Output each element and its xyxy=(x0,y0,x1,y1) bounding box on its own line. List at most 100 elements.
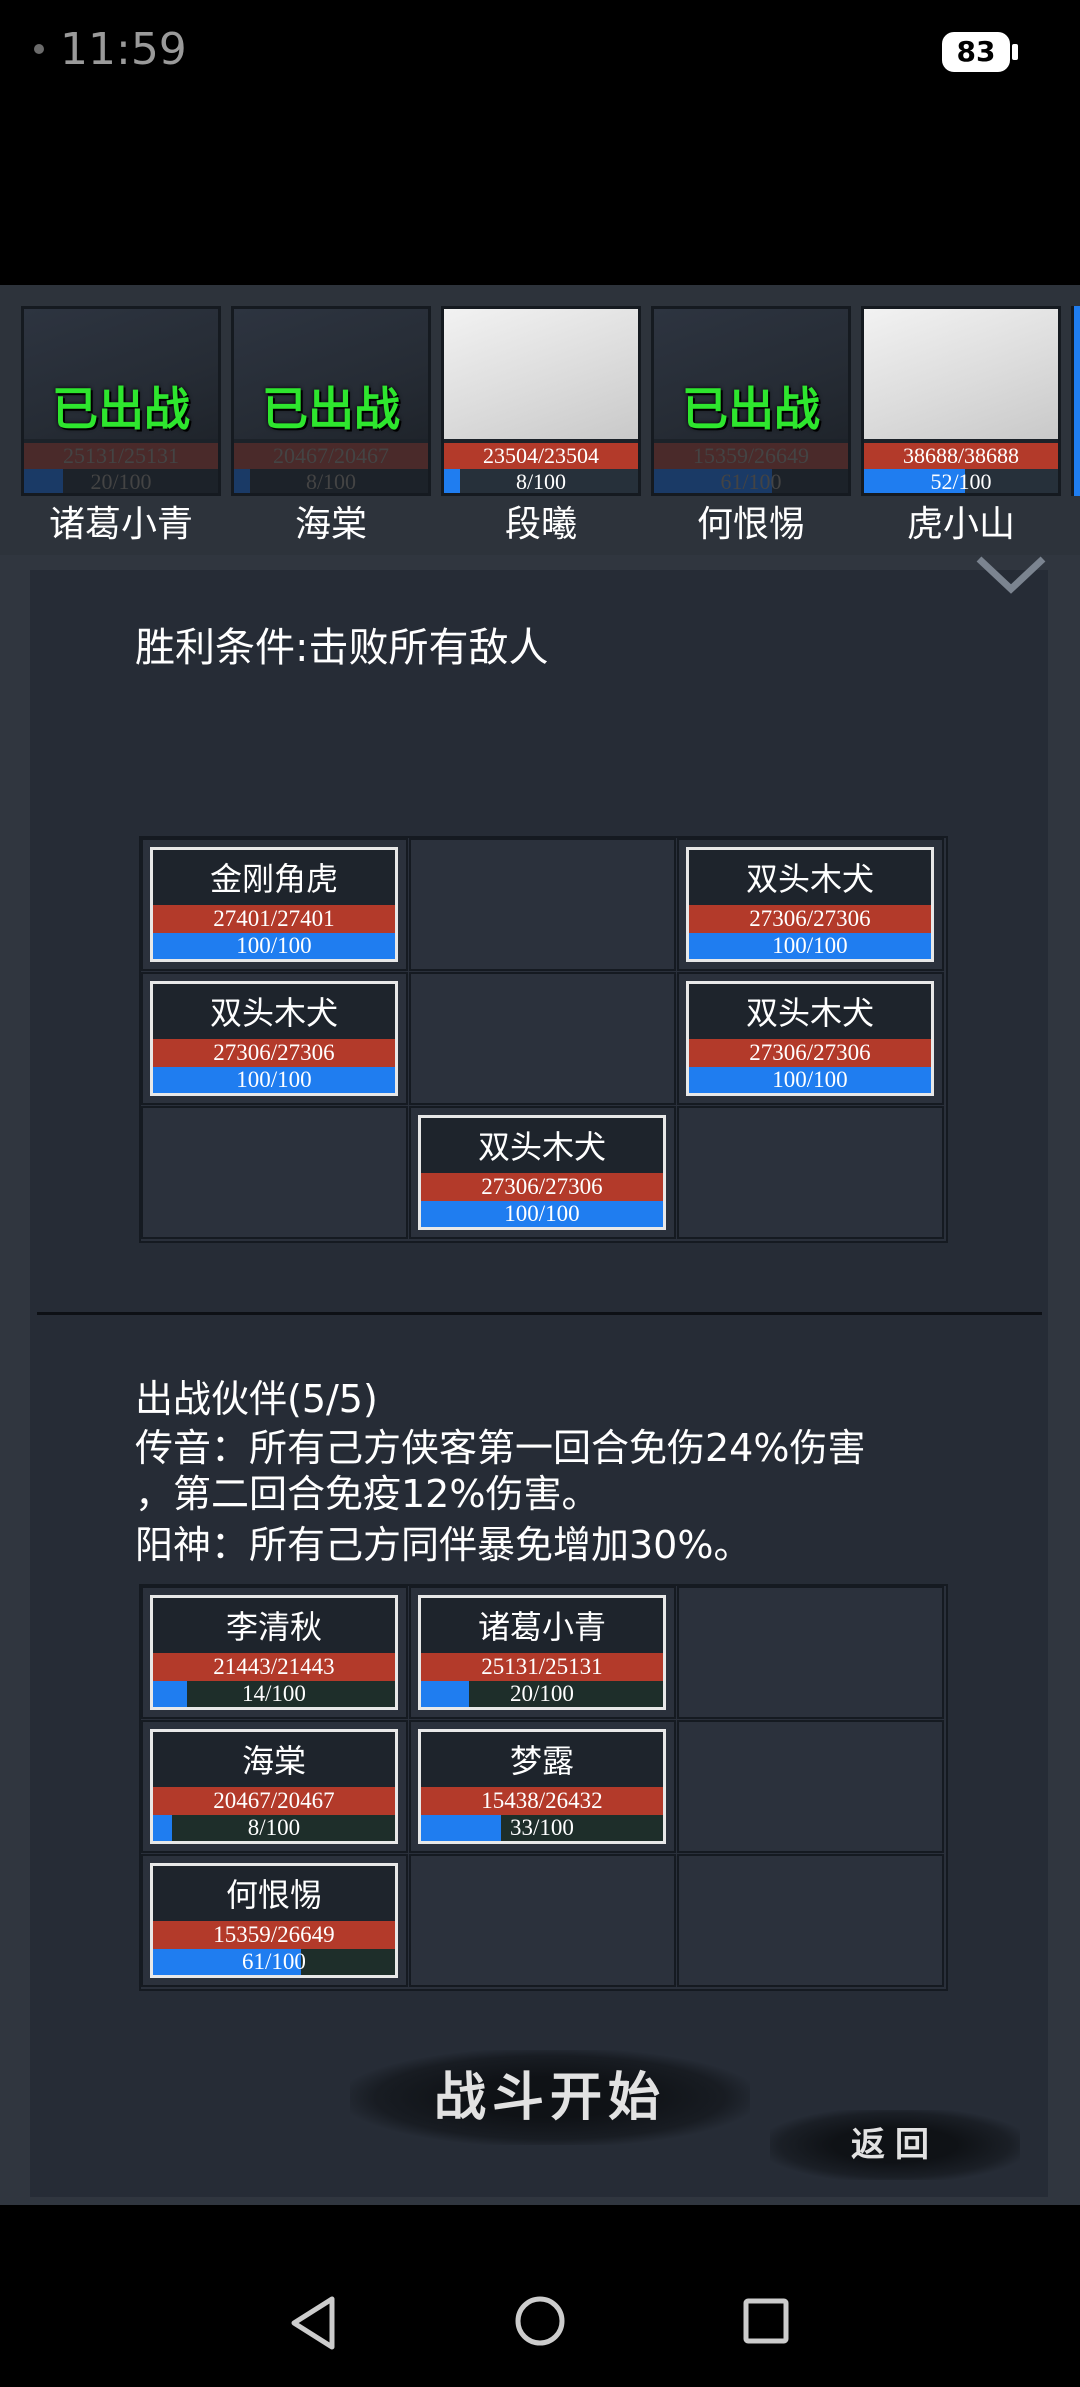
enemy-unit[interactable]: 双头木犬 27306/27306 100/100 xyxy=(150,981,398,1096)
unit-name: 双头木犬 xyxy=(745,860,874,898)
mp-text: 61/100 xyxy=(242,1949,306,1974)
hero-card[interactable]: 已出战 15359/26649 61/100 xyxy=(651,306,851,496)
unit-name: 诸葛小青 xyxy=(477,1608,606,1646)
unit-name: 双头木犬 xyxy=(745,994,874,1032)
hero-card-partial[interactable] xyxy=(1071,306,1080,496)
mp-text: 100/100 xyxy=(772,1067,848,1092)
recents-square-icon[interactable] xyxy=(742,2297,790,2345)
back-triangle-icon[interactable] xyxy=(288,2295,338,2351)
status-bar: 11:59 83 xyxy=(0,0,1080,110)
mp-text: 100/100 xyxy=(504,1201,580,1226)
mp-bar: 14/100 xyxy=(153,1681,395,1707)
mp-bar: 61/100 xyxy=(654,469,848,494)
formation-cell[interactable] xyxy=(409,972,676,1105)
enemy-unit[interactable]: 双头木犬 27306/27306 100/100 xyxy=(686,847,934,962)
mp-text: 20/100 xyxy=(510,1681,574,1706)
buff-line: ，第二回合免疫12%伤害。 xyxy=(135,1472,600,1516)
hero-portrait xyxy=(864,309,1058,439)
hero-name: 虎小山 xyxy=(906,504,1015,545)
hp-bar: 38688/38688 xyxy=(864,443,1058,469)
mp-bar: 100/100 xyxy=(689,1067,931,1093)
mp-bar: 100/100 xyxy=(689,933,931,959)
mp-bar: 8/100 xyxy=(153,1815,395,1841)
mp-text: 8/100 xyxy=(305,469,357,494)
hp-bar: 27306/27306 xyxy=(689,905,931,933)
deployed-label: 已出战 xyxy=(262,382,400,436)
mp-fill xyxy=(421,1681,470,1707)
hero-name: 段曦 xyxy=(504,504,577,545)
mp-text: 20/100 xyxy=(90,469,152,494)
mp-bar: 8/100 xyxy=(234,469,428,494)
buff-line: 阳神：所有己方同伴暴免增加30%。 xyxy=(135,1523,752,1567)
enemy-unit[interactable]: 双头木犬 27306/27306 100/100 xyxy=(418,1115,666,1230)
hp-bar: 21443/21443 xyxy=(153,1653,395,1681)
navigation-bar xyxy=(0,2205,1080,2387)
deployed-label: 已出战 xyxy=(682,382,820,436)
hp-bar: 20467/20467 xyxy=(153,1787,395,1815)
hero-roster[interactable]: 已出战 25131/25131 20/100 诸葛小青 已出战 20467/20467 8/… xyxy=(0,285,1080,555)
mp-fill xyxy=(234,469,250,493)
partner-formation-grid: 李清秋 21443/21443 14/100 诸葛小青 25131/25131 20/10… xyxy=(139,1584,948,1991)
hero-card[interactable]: 已出战 25131/25131 20/100 xyxy=(21,306,221,496)
enemy-unit[interactable]: 双头木犬 27306/27306 100/100 xyxy=(686,981,934,1096)
notification-dot-icon xyxy=(34,44,44,54)
mp-bar: 100/100 xyxy=(153,1067,395,1093)
mp-fill xyxy=(444,469,460,493)
battery-icon: 83 xyxy=(942,32,1010,72)
partner-unit[interactable]: 李清秋 21443/21443 14/100 xyxy=(150,1595,398,1710)
mp-text: 100/100 xyxy=(236,1067,312,1092)
mp-bar: 33/100 xyxy=(421,1815,663,1841)
hero-card[interactable]: 38688/38688 52/100 xyxy=(861,306,1061,496)
hp-bar: 23504/23504 xyxy=(444,443,638,469)
hero-card[interactable]: 已出战 20467/20467 8/100 xyxy=(231,306,431,496)
mp-bar: 100/100 xyxy=(421,1201,663,1227)
formation-cell[interactable] xyxy=(677,1720,944,1853)
start-battle-button[interactable]: 战斗开始 xyxy=(350,2050,750,2145)
hp-bar: 15359/26649 xyxy=(153,1921,395,1949)
mp-bar: 52/100 xyxy=(864,469,1058,493)
unit-name: 双头木犬 xyxy=(209,994,338,1032)
hero-name: 诸葛小青 xyxy=(48,504,193,545)
enemy-formation-grid: 金刚角虎 27401/27401 100/100 双头木犬 27306/27306 100… xyxy=(139,836,948,1243)
mp-text: 100/100 xyxy=(236,933,312,958)
formation-cell[interactable] xyxy=(409,1854,676,1987)
formation-cell[interactable] xyxy=(677,1586,944,1719)
hp-bar: 25131/25131 xyxy=(421,1653,663,1681)
hp-bar: 20467/20467 xyxy=(234,443,428,469)
back-button[interactable]: 返回 xyxy=(770,2110,1020,2180)
hero-card[interactable]: 23504/23504 8/100 xyxy=(441,306,641,496)
chevron-down-icon[interactable] xyxy=(975,555,1047,595)
status-time: 11:59 xyxy=(60,24,187,75)
formation-cell[interactable] xyxy=(677,1854,944,1987)
formation-cell[interactable] xyxy=(141,1106,408,1239)
formation-cell[interactable] xyxy=(677,1106,944,1239)
mp-text: 61/100 xyxy=(720,469,782,494)
hp-bar: 25131/25131 xyxy=(24,443,218,469)
mp-fill xyxy=(153,1815,173,1841)
battery-tip xyxy=(1012,44,1018,60)
partner-unit[interactable]: 海棠 20467/20467 8/100 xyxy=(150,1729,398,1844)
hp-bar: 27306/27306 xyxy=(421,1173,663,1201)
mp-bar: 100/100 xyxy=(153,933,395,959)
partner-unit[interactable]: 何恨惕 15359/26649 61/100 xyxy=(150,1863,398,1978)
home-circle-icon[interactable] xyxy=(514,2295,566,2347)
unit-name: 梦露 xyxy=(509,1742,574,1780)
unit-name: 何恨惕 xyxy=(225,1876,322,1914)
unit-name: 李清秋 xyxy=(225,1608,322,1646)
partner-unit[interactable]: 梦露 15438/26432 33/100 xyxy=(418,1729,666,1844)
hero-name: 何恨惕 xyxy=(696,504,805,545)
partner-unit[interactable]: 诸葛小青 25131/25131 20/100 xyxy=(418,1595,666,1710)
mp-bar: 8/100 xyxy=(444,469,638,493)
enemy-unit[interactable]: 金刚角虎 27401/27401 100/100 xyxy=(150,847,398,962)
mp-fill xyxy=(24,469,63,493)
hp-bar: 27306/27306 xyxy=(689,1039,931,1067)
mp-text: 33/100 xyxy=(510,1815,574,1840)
mp-text: 100/100 xyxy=(772,933,848,958)
unit-name: 海棠 xyxy=(241,1742,306,1780)
buff-line: 传音：所有己方侠客第一回合免伤24%伤害 xyxy=(135,1426,866,1470)
hp-bar: 27401/27401 xyxy=(153,905,395,933)
unit-name: 双头木犬 xyxy=(477,1128,606,1166)
section-divider xyxy=(37,1312,1042,1315)
formation-cell[interactable] xyxy=(409,838,676,971)
partners-title: 出战伙伴(5/5) xyxy=(135,1377,378,1421)
